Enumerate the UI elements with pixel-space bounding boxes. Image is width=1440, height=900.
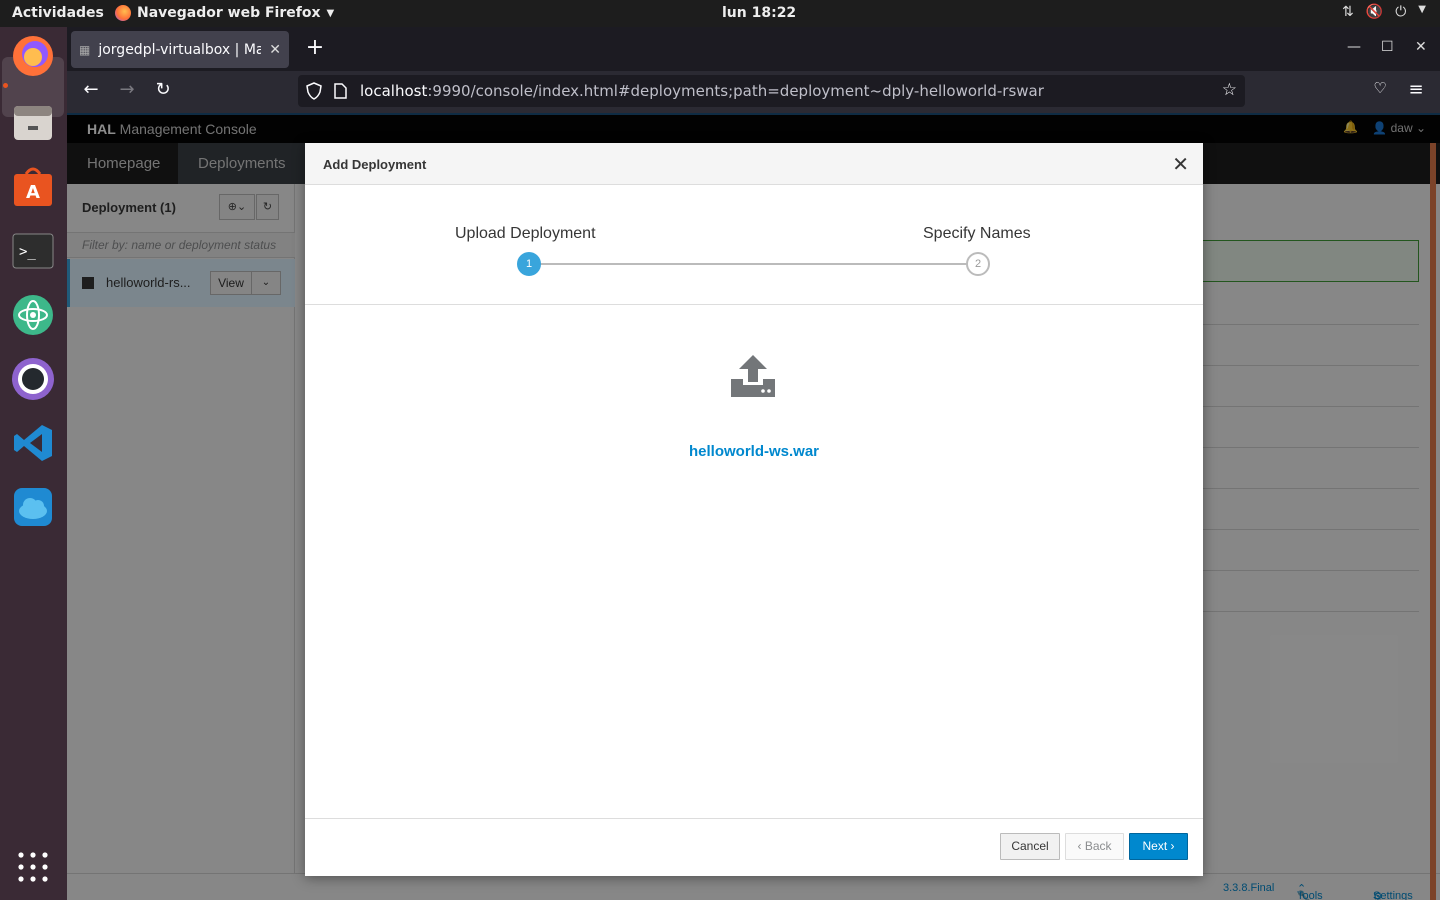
url-host: localhost <box>360 82 428 100</box>
dock: A >_ <box>0 27 67 900</box>
add-deployment-dialog: Add Deployment ✕ Upload Deployment Speci… <box>305 143 1203 876</box>
clock[interactable]: lun 18:22 <box>722 5 796 21</box>
back-button[interactable]: ‹ Back <box>1065 833 1124 860</box>
url-bar[interactable]: localhost:9990/console/index.html#deploy… <box>298 75 1245 107</box>
atom-icon[interactable] <box>10 292 56 338</box>
cloud-icon[interactable] <box>10 484 56 530</box>
tab-bar: ▦ jorgedpl-virtualbox | Management Conso… <box>67 27 1440 71</box>
shield-icon[interactable] <box>306 82 322 104</box>
browser-tab[interactable]: ▦ jorgedpl-virtualbox | Management Conso… <box>71 31 289 68</box>
pocket-icon[interactable]: ♡ <box>1367 79 1393 97</box>
app-menu-label: Navegador web Firefox <box>137 5 321 21</box>
back-label: Back <box>1084 839 1112 853</box>
svg-text:>_: >_ <box>19 244 36 260</box>
firefox-window: ▦ jorgedpl-virtualbox | Management Conso… <box>67 27 1440 900</box>
chevron-down-icon: ▼ <box>326 7 335 19</box>
close-tab-icon[interactable]: ✕ <box>269 42 281 58</box>
dialog-title: Add Deployment <box>323 157 427 172</box>
tab-title: jorgedpl-virtualbox | Management Console <box>98 41 262 58</box>
gnome-top-bar: Actividades Navegador web Firefox ▼ lun … <box>0 0 1440 27</box>
reload-icon[interactable]: ↻ <box>150 79 176 100</box>
minimize-icon[interactable]: — <box>1347 39 1361 55</box>
bookmark-star-icon[interactable]: ☆ <box>1222 80 1237 100</box>
step-indicator-2[interactable]: 2 <box>966 252 990 276</box>
firefox-icon[interactable] <box>10 33 56 79</box>
maximize-icon[interactable]: ☐ <box>1381 39 1394 55</box>
grid-icon[interactable] <box>10 844 56 890</box>
wildfly-favicon-icon: ▦ <box>79 42 91 57</box>
nav-bar: ← → ↻ localhost:9990/console/index.html#… <box>67 71 1440 113</box>
cancel-button[interactable]: Cancel <box>1000 833 1060 860</box>
github-desktop-icon[interactable] <box>10 356 56 402</box>
step-connector <box>529 263 979 265</box>
step-label-names: Specify Names <box>923 225 1031 242</box>
url-path: :9990/console/index.html#deployments;pat… <box>427 82 1044 100</box>
firefox-icon <box>115 5 131 21</box>
new-tab-button[interactable]: + <box>301 35 329 60</box>
volume-icon: 🔇 <box>1365 4 1384 20</box>
system-tray[interactable]: ⇅ 🔇 ⏻ ▼ <box>1342 4 1426 20</box>
terminal-icon[interactable]: >_ <box>10 228 56 274</box>
svg-text:A: A <box>26 182 40 203</box>
hamburger-menu-icon[interactable]: ≡ <box>1403 79 1429 100</box>
url-text[interactable]: localhost:9990/console/index.html#deploy… <box>360 82 1044 100</box>
step-label-upload: Upload Deployment <box>455 225 596 242</box>
close-window-icon[interactable]: ✕ <box>1415 39 1427 55</box>
forward-arrow-icon[interactable]: → <box>114 79 140 100</box>
next-label: Next <box>1142 839 1168 853</box>
page-icon <box>334 83 347 103</box>
files-icon[interactable] <box>10 100 56 146</box>
chevron-down-icon: ▼ <box>1418 4 1426 15</box>
running-indicator <box>3 83 8 88</box>
back-arrow-icon[interactable]: ← <box>78 79 104 100</box>
activities-button[interactable]: Actividades <box>12 5 104 21</box>
vscode-icon[interactable] <box>10 420 56 466</box>
step-indicator-1[interactable]: 1 <box>517 252 541 276</box>
software-center-icon[interactable]: A <box>10 164 56 210</box>
close-icon[interactable]: ✕ <box>1172 152 1189 177</box>
upload-icon[interactable] <box>729 353 777 404</box>
power-icon: ⏻ <box>1395 4 1407 20</box>
next-button[interactable]: Next › <box>1129 833 1188 860</box>
app-menu[interactable]: Navegador web Firefox ▼ <box>115 5 334 21</box>
dialog-header: Add Deployment ✕ <box>305 143 1203 185</box>
dialog-footer: Cancel ‹ Back Next › <box>305 818 1203 876</box>
selected-file-name[interactable]: helloworld-ws.war <box>305 443 1203 460</box>
page-content: HAL Management Console 🔔 👤 daw ⌄ Homepag… <box>67 113 1440 900</box>
network-icon: ⇅ <box>1342 4 1354 20</box>
wizard-steps: Upload Deployment Specify Names 1 2 <box>305 185 1203 305</box>
